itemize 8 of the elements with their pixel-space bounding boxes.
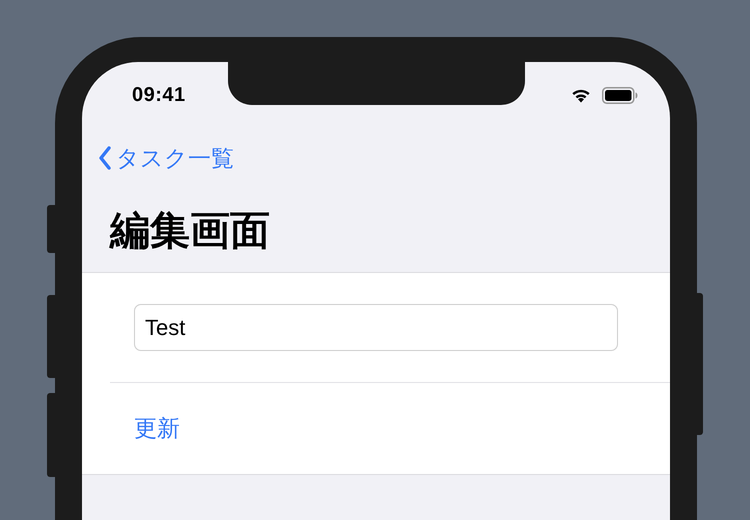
text-field[interactable]: Test — [134, 304, 618, 351]
chevron-left-icon — [98, 146, 112, 170]
status-time: 09:41 — [132, 84, 186, 106]
back-button[interactable]: タスク一覧 — [98, 138, 234, 178]
battery-icon — [602, 86, 638, 104]
page-title: 編集画面 — [110, 208, 271, 255]
update-button[interactable]: 更新 — [134, 413, 180, 444]
wifi-icon — [570, 87, 592, 103]
